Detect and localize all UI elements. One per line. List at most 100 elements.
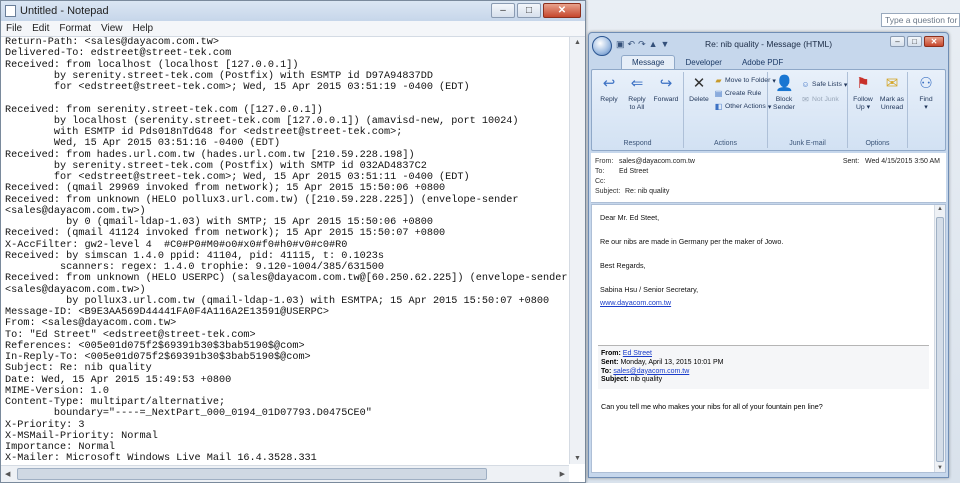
block-sender-icon: 👤	[775, 75, 794, 92]
rule-icon: ▤	[714, 89, 723, 98]
notepad-line: for <edstreet@street-tek.com>; Wed, 15 A…	[5, 172, 470, 183]
body-line: Re our nibs are made in Germany per the …	[600, 237, 784, 246]
notepad-line: Message-ID: <B9E3AA569D44441FA0F4A116A2E…	[5, 307, 330, 318]
notepad-line: scanners: regex: 1.4.0 trophie: 9.120-10…	[5, 262, 385, 273]
reply-all-button[interactable]: ⇐ Reply to All	[623, 75, 651, 111]
notepad-line: References: <005e01d075f2$69391b30$3bab5…	[5, 340, 305, 352]
notepad-line: by 0 (qmail-ldap-1.03) with SMTP; 15 Apr…	[5, 217, 433, 228]
notepad-icon	[5, 5, 16, 17]
quote-to-link[interactable]: sales@dayacom.com.tw	[613, 368, 689, 375]
quoted-question: Can you tell me who makes your nibs for …	[601, 402, 823, 411]
notepad-line: by serenity.street-tek.com (Postfix) wit…	[5, 70, 433, 82]
message-body[interactable]: Dear Mr. Ed Steet, Re our nibs are made …	[591, 204, 946, 473]
binoculars-icon: ⚇	[919, 75, 933, 92]
notepad-title-bar[interactable]: Untitled - Notepad – □ ✕	[1, 1, 585, 21]
msg-minimize-button[interactable]: –	[890, 36, 905, 47]
scroll-right-icon[interactable]: ▶	[560, 470, 565, 478]
notepad-line: Return-Path: <sales@dayacom.com.tw>	[5, 37, 219, 48]
not-junk-button[interactable]: ✉ Not Junk	[801, 95, 839, 104]
options-group-label: Options	[865, 140, 890, 147]
reply-all-icon: ⇐	[630, 75, 644, 92]
notepad-line: <sales@dayacom.com.tw>)	[5, 205, 146, 217]
horizontal-scrollbar[interactable]: ◀ ▶	[1, 465, 569, 482]
tab-message[interactable]: Message	[621, 55, 676, 69]
forward-button[interactable]: ↪ Forward	[652, 75, 680, 104]
ribbon: ↩ Reply ⇐ Reply to All ↪ Forward Respond…	[591, 69, 946, 151]
quote-from-link[interactable]: Ed Street	[623, 350, 652, 357]
notepad-line: Received: from hades.url.com.tw (hades.u…	[5, 149, 415, 161]
message-window[interactable]: ▣ ↶ ↷ ▲ ▼ Re: nib quality - Message (HTM…	[588, 32, 949, 478]
forward-icon: ↪	[659, 75, 673, 92]
notepad-line: Importance: Normal	[5, 442, 116, 453]
vertical-scrollbar[interactable]: ▲ ▼	[569, 37, 585, 464]
other-actions-button[interactable]: ◧ Other Actions ▾	[714, 102, 772, 111]
not-junk-icon: ✉	[802, 95, 809, 104]
notepad-line: Received: from unknown (HELO USERPC) (sa…	[5, 273, 567, 285]
message-header: From: sales@dayacom.com.tw To: Ed Street…	[591, 153, 946, 203]
quote-subject: nib quality	[630, 376, 663, 384]
move-to-folder-button[interactable]: ▰ Move to Folder ▾	[714, 76, 775, 85]
menu-view[interactable]: View	[96, 23, 128, 34]
notepad-title: Untitled - Notepad	[20, 5, 109, 17]
notepad-line: Date: Wed, 15 Apr 2015 15:49:53 +0800	[5, 374, 232, 386]
scroll-up-icon[interactable]: ▲	[574, 39, 581, 46]
body-scrollbar[interactable]: ▲ ▼	[934, 205, 945, 472]
actions-group: ✕ Delete ▰ Move to Folder ▾ ▤ Create Rul…	[684, 72, 776, 148]
notepad-line: Received: (qmail 29969 invoked from netw…	[5, 183, 446, 195]
message-title-bar[interactable]: ▣ ↶ ↷ ▲ ▼ Re: nib quality - Message (HTM…	[589, 33, 948, 56]
greeting: Dear Mr. Ed Steet,	[600, 213, 660, 222]
notepad-text-area[interactable]: Return-Path: <sales@dayacom.com.tw> Deliv…	[5, 37, 567, 464]
body-scroll-thumb[interactable]	[936, 217, 944, 462]
header-cc-row: Cc:	[595, 178, 606, 185]
header-to[interactable]: Ed Street	[619, 168, 648, 175]
delete-icon: ✕	[692, 75, 706, 92]
header-sent: Wed 4/15/2015 3:50 AM	[865, 158, 940, 165]
quoted-header: From: Ed Street Sent: Monday, April 13, …	[598, 345, 929, 390]
notepad-line	[5, 93, 567, 104]
minimize-button[interactable]: –	[491, 3, 515, 18]
reply-button[interactable]: ↩ Reply	[595, 75, 623, 104]
msg-close-button[interactable]: ✕	[924, 36, 944, 47]
block-sender-button[interactable]: 👤 Block Sender	[770, 75, 798, 111]
tab-developer[interactable]: Developer	[675, 56, 731, 69]
horizontal-scroll-thumb[interactable]	[17, 468, 487, 480]
follow-up-button[interactable]: ⚑ Follow Up ▾	[849, 75, 877, 111]
ribbon-tabs: Message Developer Adobe PDF	[589, 55, 948, 69]
help-search-input[interactable]: Type a question for help	[881, 13, 960, 27]
notepad-line: Received: from unknown (HELO pollux3.url…	[5, 194, 519, 206]
notepad-line: Wed, 15 Apr 2015 03:51:16 -0400 (EDT)	[5, 138, 281, 150]
header-subject: Re: nib quality	[625, 188, 670, 195]
menu-file[interactable]: File	[1, 23, 27, 34]
notepad-line: X-Priority: 3	[5, 419, 85, 431]
junk-group: 👤 Block Sender ☺ Safe Lists ▾ ✉ Not Junk…	[768, 72, 848, 148]
notepad-window[interactable]: Untitled - Notepad – □ ✕ File Edit Forma…	[0, 0, 586, 483]
mark-as-unread-button[interactable]: ✉ Mark as Unread	[878, 75, 906, 111]
notepad-line: Received: by simscan 1.4.0 ppid: 41104, …	[5, 250, 385, 262]
close-button[interactable]: ✕	[543, 3, 581, 18]
create-rule-button[interactable]: ▤ Create Rule	[714, 89, 762, 98]
notepad-line: by serenity.street-tek.com (Postfix) wit…	[5, 160, 427, 172]
quote-sent: Monday, April 13, 2015 10:01 PM	[620, 358, 724, 366]
menu-format[interactable]: Format	[54, 23, 96, 34]
scroll-down-icon[interactable]: ▼	[574, 455, 581, 462]
delete-button[interactable]: ✕ Delete	[685, 75, 713, 104]
header-from-row: From: sales@dayacom.com.tw	[595, 158, 695, 165]
body-scroll-down-icon[interactable]: ▼	[937, 465, 943, 471]
safe-lists-button[interactable]: ☺ Safe Lists ▾	[801, 80, 847, 89]
flag-icon: ⚑	[856, 75, 870, 92]
find-group: ⚇ Find ▾	[908, 72, 946, 148]
scroll-left-icon[interactable]: ◀	[5, 470, 10, 478]
menu-edit[interactable]: Edit	[27, 23, 54, 34]
maximize-button[interactable]: □	[517, 3, 541, 18]
tab-adobe-pdf[interactable]: Adobe PDF	[732, 56, 793, 69]
website-link[interactable]: www.dayacom.com.tw	[600, 298, 671, 307]
msg-maximize-button[interactable]: □	[907, 36, 922, 47]
body-scroll-up-icon[interactable]: ▲	[937, 206, 943, 212]
signature: Sabina Hsu / Senior Secretary,	[600, 285, 699, 294]
options-group: ⚑ Follow Up ▾ ✉ Mark as Unread Options	[848, 72, 908, 148]
header-from[interactable]: sales@dayacom.com.tw	[619, 158, 695, 165]
menu-help[interactable]: Help	[128, 23, 159, 34]
notepad-line: Received: (qmail 41124 invoked from netw…	[5, 228, 446, 240]
find-button[interactable]: ⚇ Find ▾	[912, 75, 940, 111]
respond-group: ↩ Reply ⇐ Reply to All ↪ Forward Respond	[592, 72, 684, 148]
